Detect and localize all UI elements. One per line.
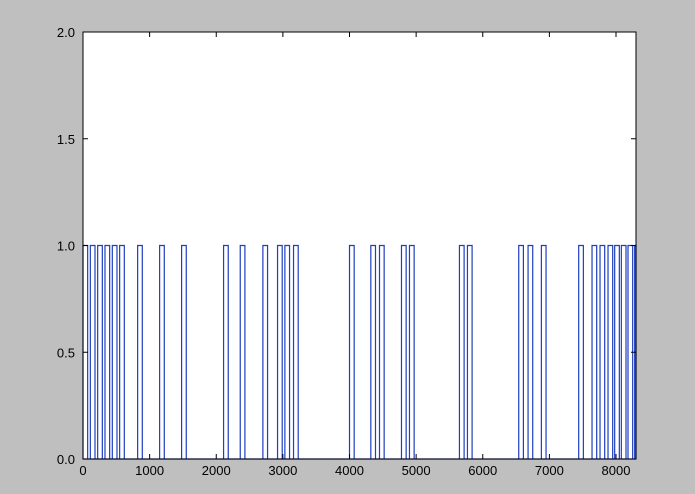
y-tick-label: 2.0 bbox=[57, 25, 75, 40]
x-tick-label: 6000 bbox=[468, 463, 497, 478]
x-tick-label: 1000 bbox=[135, 463, 164, 478]
x-tick-label: 3000 bbox=[268, 463, 297, 478]
x-tick-label: 8000 bbox=[602, 463, 631, 478]
chart-figure: 0 1000 2000 3000 4000 5000 6000 7000 8000 0.0 0.5 1… bbox=[57, 25, 637, 478]
y-tick-label: 1.0 bbox=[57, 239, 75, 254]
y-tick-label: 0.0 bbox=[57, 452, 75, 467]
x-tick-label: 7000 bbox=[535, 463, 564, 478]
x-tick-label: 2000 bbox=[202, 463, 231, 478]
x-tick-label: 5000 bbox=[402, 463, 431, 478]
y-tick-label: 0.5 bbox=[57, 345, 75, 360]
y-tick-label: 1.5 bbox=[57, 132, 75, 147]
x-tick-label: 4000 bbox=[335, 463, 364, 478]
x-tick-label: 0 bbox=[79, 463, 86, 478]
axes-background bbox=[83, 32, 636, 459]
